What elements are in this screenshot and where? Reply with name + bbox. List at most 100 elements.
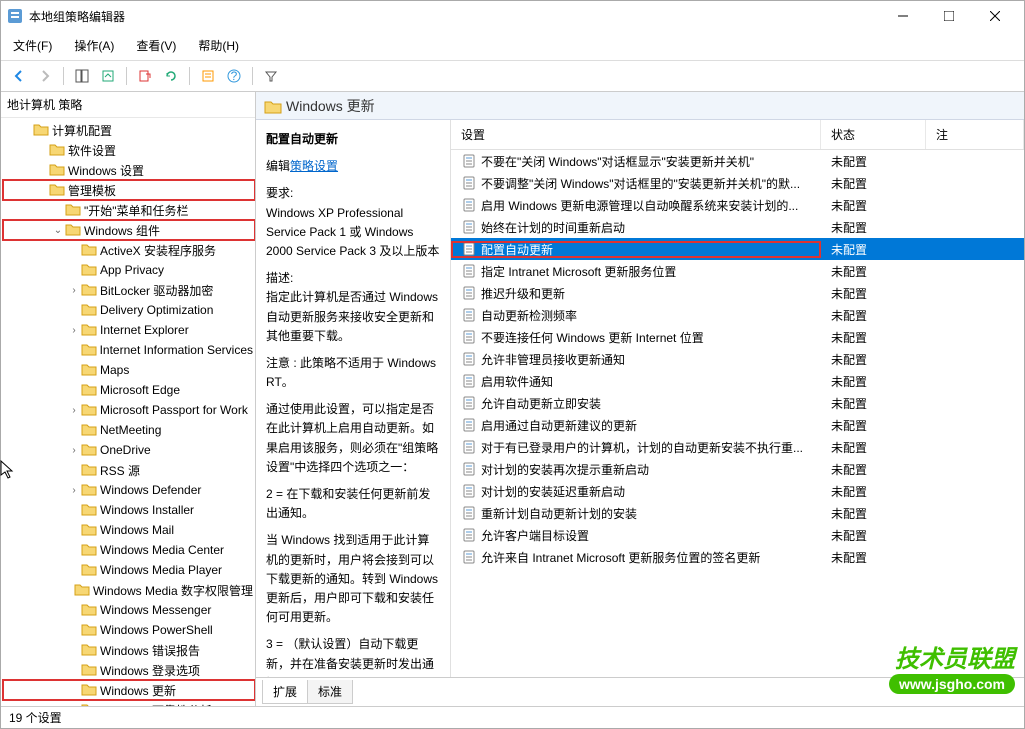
list-row[interactable]: 对于有已登录用户的计算机，计划的自动更新安装不执行重...未配置 (451, 436, 1024, 458)
tree-item[interactable]: Windows Media 数字权限管理 (3, 580, 255, 600)
list-row[interactable]: 配置自动更新未配置 (451, 238, 1024, 260)
folder-icon (81, 283, 97, 297)
expander-placeholder (67, 623, 81, 637)
back-button[interactable] (7, 65, 31, 87)
tree-item[interactable]: Windows Messenger (3, 600, 255, 620)
list-row[interactable]: 允许客户端目标设置未配置 (451, 524, 1024, 546)
list-row[interactable]: 不要调整"关闭 Windows"对话框里的"安装更新并关机"的默...未配置 (451, 172, 1024, 194)
tree-item[interactable]: Maps (3, 360, 255, 380)
tree-item[interactable]: Windows 错误报告 (3, 640, 255, 660)
list-row[interactable]: 指定 Intranet Microsoft 更新服务位置未配置 (451, 260, 1024, 282)
setting-label: 对计划的安装延迟重新启动 (481, 483, 625, 500)
tree-item[interactable]: Windows Media Player (3, 560, 255, 580)
refresh-button[interactable] (159, 65, 183, 87)
folder-icon (33, 123, 49, 137)
tree-item[interactable]: ›BitLocker 驱动器加密 (3, 280, 255, 300)
folder-icon (81, 243, 97, 257)
tree-item[interactable]: Windows 登录选项 (3, 660, 255, 680)
tree-pane[interactable]: 地计算机 策略 计算机配置软件设置Windows 设置管理模板"开始"菜单和任务… (1, 92, 256, 706)
close-button[interactable] (972, 1, 1018, 31)
tree-header: 地计算机 策略 (1, 92, 255, 118)
tree-item[interactable]: ›Internet Explorer (3, 320, 255, 340)
list-row[interactable]: 重新计划自动更新计划的安装未配置 (451, 502, 1024, 524)
tree-item[interactable]: Windows 设置 (3, 160, 255, 180)
up-button[interactable] (96, 65, 120, 87)
setting-status: 未配置 (821, 241, 926, 258)
detail-pane: 配置自动更新 编辑策略设置 要求:Windows XP Professional… (256, 120, 451, 677)
policy-icon (461, 219, 477, 235)
list-row[interactable]: 始终在计划的时间重新启动未配置 (451, 216, 1024, 238)
list-row[interactable]: 启用软件通知未配置 (451, 370, 1024, 392)
tab-extended[interactable]: 扩展 (262, 680, 308, 704)
menu-help[interactable]: 帮助(H) (194, 35, 243, 56)
menu-view[interactable]: 查看(V) (132, 35, 180, 56)
policy-icon (461, 527, 477, 543)
maximize-button[interactable] (926, 1, 972, 31)
chevron-right-icon[interactable]: › (67, 323, 81, 337)
tree-item[interactable]: Windows PowerShell (3, 620, 255, 640)
col-status[interactable]: 状态 (821, 120, 926, 149)
setting-label: 自动更新检测频率 (481, 307, 577, 324)
chevron-down-icon[interactable]: ⌄ (51, 223, 65, 237)
tree-item[interactable]: 计算机配置 (3, 120, 255, 140)
tree-item[interactable]: 管理模板 (3, 180, 255, 200)
filter-button[interactable] (259, 65, 283, 87)
minimize-button[interactable] (880, 1, 926, 31)
tree-item[interactable]: 软件设置 (3, 140, 255, 160)
expander-placeholder (67, 583, 74, 597)
tabs-bottom: 扩展 标准 (256, 677, 1024, 706)
chevron-right-icon[interactable]: › (67, 443, 81, 457)
policy-icon (461, 549, 477, 565)
col-setting[interactable]: 设置 (451, 120, 821, 149)
tree-item[interactable]: ⌄Windows 组件 (3, 220, 255, 240)
menu-action[interactable]: 操作(A) (70, 35, 118, 56)
list-row[interactable]: 推迟升级和更新未配置 (451, 282, 1024, 304)
tree-item[interactable]: Windows 更新 (3, 680, 255, 700)
tab-standard[interactable]: 标准 (307, 680, 353, 704)
forward-button[interactable] (33, 65, 57, 87)
tree-item[interactable]: Windows Media Center (3, 540, 255, 560)
list-row[interactable]: 允许自动更新立即安装未配置 (451, 392, 1024, 414)
tree-item[interactable]: ›OneDrive (3, 440, 255, 460)
list-row[interactable]: 不要在"关闭 Windows"对话框显示"安装更新并关机"未配置 (451, 150, 1024, 172)
expander-placeholder (67, 303, 81, 317)
tree-item[interactable]: Internet Information Services (3, 340, 255, 360)
list-row[interactable]: 启用 Windows 更新电源管理以自动唤醒系统来安装计划的...未配置 (451, 194, 1024, 216)
chevron-right-icon[interactable]: › (67, 483, 81, 497)
tree-item[interactable]: Microsoft Edge (3, 380, 255, 400)
tree-item[interactable]: Windows Installer (3, 500, 255, 520)
chevron-right-icon[interactable]: › (67, 403, 81, 417)
expander-placeholder (67, 643, 81, 657)
tree-item[interactable]: ›Windows Defender (3, 480, 255, 500)
expander-placeholder (67, 383, 81, 397)
tree-item[interactable]: ActiveX 安装程序服务 (3, 240, 255, 260)
properties-button[interactable] (196, 65, 220, 87)
list-row[interactable]: 对计划的安装再次提示重新启动未配置 (451, 458, 1024, 480)
tree-item[interactable]: RSS 源 (3, 460, 255, 480)
show-hide-tree-button[interactable] (70, 65, 94, 87)
tree-item[interactable]: NetMeeting (3, 420, 255, 440)
tree-item[interactable]: "开始"菜单和任务栏 (3, 200, 255, 220)
list-row[interactable]: 允许非管理员接收更新通知未配置 (451, 348, 1024, 370)
export-button[interactable] (133, 65, 157, 87)
list-row[interactable]: 允许来自 Intranet Microsoft 更新服务位置的签名更新未配置 (451, 546, 1024, 568)
chevron-right-icon[interactable]: › (67, 283, 81, 297)
tree-item[interactable]: ›Microsoft Passport for Work (3, 400, 255, 420)
list-row[interactable]: 不要连接任何 Windows 更新 Internet 位置未配置 (451, 326, 1024, 348)
edit-policy-link[interactable]: 策略设置 (290, 159, 338, 173)
policy-icon (461, 417, 477, 433)
setting-status: 未配置 (821, 197, 926, 214)
tree-item[interactable]: Windows 可靠性分析 (3, 700, 255, 706)
col-note[interactable]: 注 (926, 120, 1024, 149)
menu-file[interactable]: 文件(F) (9, 35, 56, 56)
list-row[interactable]: 启用通过自动更新建议的更新未配置 (451, 414, 1024, 436)
setting-status: 未配置 (821, 153, 926, 170)
list-row[interactable]: 对计划的安装延迟重新启动未配置 (451, 480, 1024, 502)
tree-item-label: Windows Installer (100, 503, 194, 517)
tree-item[interactable]: Delivery Optimization (3, 300, 255, 320)
tree-item[interactable]: Windows Mail (3, 520, 255, 540)
tree-item[interactable]: App Privacy (3, 260, 255, 280)
list-row[interactable]: 自动更新检测频率未配置 (451, 304, 1024, 326)
help-button[interactable]: ? (222, 65, 246, 87)
setting-label: 允许非管理员接收更新通知 (481, 351, 625, 368)
